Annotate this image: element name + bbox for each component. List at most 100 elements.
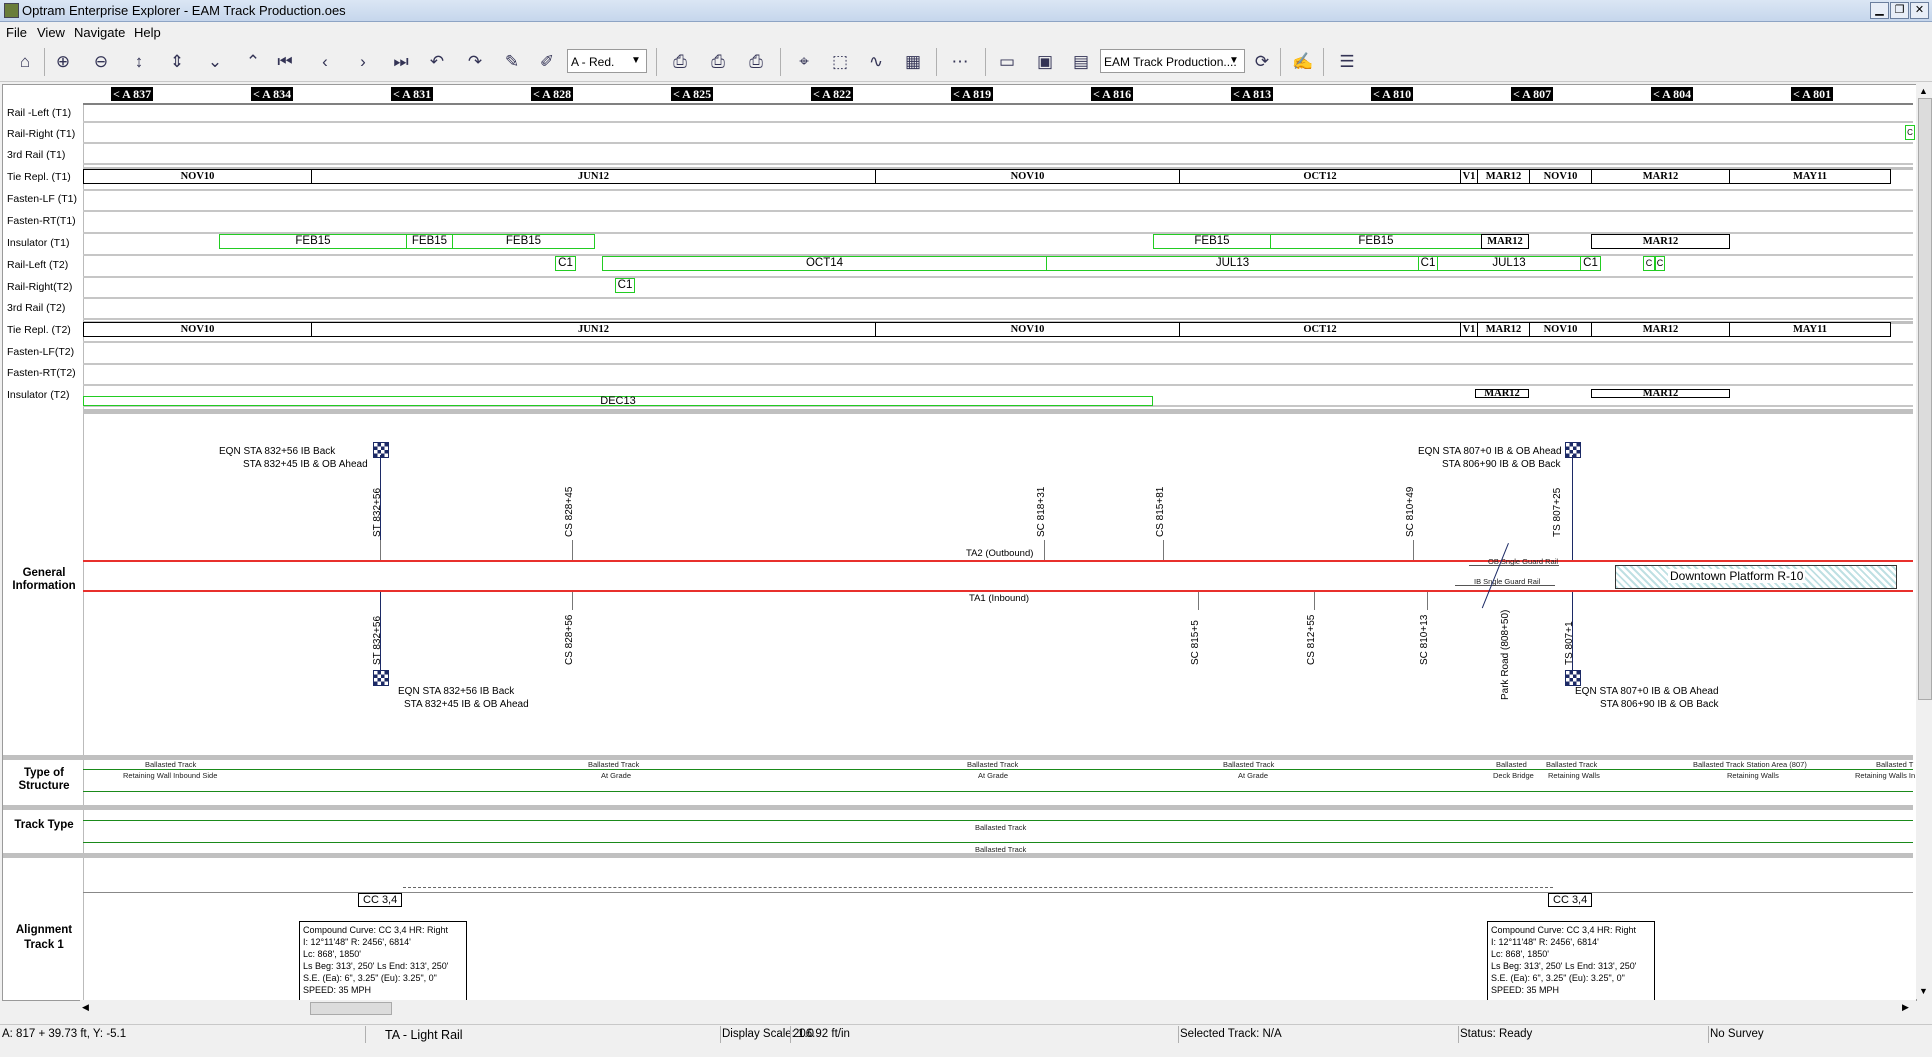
horizontal-scrollbar[interactable]: ◀ ▶ [80, 1000, 1916, 1016]
rail-right-t1-segment[interactable]: C [1905, 125, 1915, 140]
bottom-marker-label[interactable]: CS 828+56 [564, 615, 575, 665]
top-marker-label[interactable]: TS 807+25 [1552, 488, 1563, 537]
save-as-icon[interactable]: ▤ [1066, 47, 1096, 77]
top-marker-label[interactable]: SC 810+49 [1405, 487, 1416, 537]
tie-segment-t1[interactable]: JUN12 [311, 169, 876, 184]
top-marker-label[interactable]: SC 818+31 [1036, 487, 1047, 537]
scroll-down-icon[interactable]: ▼ [1919, 986, 1928, 996]
cc-left-box[interactable]: CC 3,4 [358, 893, 403, 907]
file-select[interactable]: EAM Track Production.... ▼ [1100, 49, 1245, 73]
bottom-marker-label[interactable]: ST 832+56 [372, 616, 383, 665]
insulator-t1-segment[interactable]: FEB15 [1153, 234, 1271, 249]
zoom-vertical-in-icon[interactable]: ↕ [124, 47, 154, 77]
rail-left-t2-segment[interactable]: C1 [555, 256, 576, 271]
marker-icon[interactable]: ✐ [532, 47, 562, 77]
insulator-t1-segment[interactable]: FEB15 [406, 234, 453, 249]
chevron-down-icon[interactable]: ⌄ [200, 47, 230, 77]
graph-icon[interactable]: ∿ [861, 47, 891, 77]
top-marker-label[interactable]: CS 815+81 [1155, 487, 1166, 537]
redo-icon[interactable]: ↷ [460, 47, 490, 77]
zoom-box-icon[interactable]: ⬚ [825, 47, 855, 77]
menu-navigate[interactable]: Navigate [74, 25, 125, 40]
save-icon[interactable]: ▣ [1030, 47, 1060, 77]
tie-segment-t2[interactable]: NOV10 [83, 322, 312, 337]
rail-left-t2-segment[interactable]: OCT14 [602, 256, 1047, 271]
select-tool-icon[interactable]: ⌖ [789, 47, 819, 77]
refresh-icon[interactable]: ⟳ [1247, 47, 1277, 77]
scroll-left-icon[interactable]: ◀ [82, 1002, 89, 1013]
tie-segment-t2[interactable]: MAR12 [1591, 322, 1730, 337]
eqn-flag-icon[interactable] [373, 670, 389, 686]
insulator-t1-segment[interactable]: FEB15 [219, 234, 407, 249]
cc-right-box[interactable]: CC 3,4 [1548, 893, 1593, 907]
minimize-button[interactable]: ▁ [1870, 2, 1889, 19]
layer-select[interactable]: A - Red. ▼ [567, 49, 647, 73]
insulator-t1-segment[interactable]: MAR12 [1481, 234, 1529, 249]
tie-segment-t2[interactable]: NOV10 [875, 322, 1180, 337]
rail-left-t2-segment[interactable]: C [1655, 256, 1665, 271]
track-line-ta1[interactable] [83, 590, 1913, 592]
print-setup-icon[interactable]: ⎙ [741, 47, 771, 77]
rail-left-t2-segment[interactable]: C1 [1580, 256, 1601, 271]
log-icon[interactable]: ☰ [1332, 47, 1362, 77]
top-marker-label[interactable]: CS 828+45 [564, 487, 575, 537]
undo-icon[interactable]: ↶ [422, 47, 452, 77]
insulator-t2-segment[interactable]: MAR12 [1591, 388, 1730, 399]
bottom-marker-label[interactable]: SC 810+13 [1419, 615, 1430, 665]
insulator-t2-segment[interactable]: DEC13 [83, 396, 1153, 407]
insulator-t2-segment[interactable]: MAR12 [1475, 388, 1529, 399]
eqn-flag-icon[interactable] [373, 442, 389, 458]
scroll-right-icon[interactable]: ▶ [1902, 1002, 1909, 1013]
previous-icon[interactable]: ‹ [310, 47, 340, 77]
table-icon[interactable]: ▦ [898, 47, 928, 77]
eqn-flag-icon[interactable] [1565, 670, 1581, 686]
menu-help[interactable]: Help [134, 25, 161, 40]
horizontal-scroll-thumb[interactable] [310, 1002, 392, 1015]
bottom-marker-label[interactable]: SC 815+5 [1190, 620, 1201, 665]
home-icon[interactable]: ⌂ [10, 47, 40, 77]
maximize-button[interactable]: ❐ [1890, 2, 1909, 19]
tie-segment-t1[interactable]: MAY11 [1729, 169, 1891, 184]
first-page-icon[interactable]: ⏮ [270, 47, 300, 77]
insulator-t1-segment[interactable]: MAR12 [1591, 234, 1730, 249]
rail-left-t2-segment[interactable]: JUL13 [1437, 256, 1581, 271]
tie-segment-t1[interactable]: MAR12 [1591, 169, 1730, 184]
curve-info-box-left[interactable]: Compound Curve: CC 3,4 HR: Right I: 12°1… [299, 921, 467, 1000]
next-icon[interactable]: › [348, 47, 378, 77]
vertical-scroll-thumb[interactable] [1918, 98, 1932, 700]
tie-segment-t2[interactable]: JUN12 [311, 322, 876, 337]
tie-segment-t1[interactable]: OCT12 [1179, 169, 1461, 184]
track-chart-canvas[interactable]: < A 837 < A 834 < A 831 < A 828 < A 825 … [2, 84, 1917, 1001]
highlighter-icon[interactable]: ✎ [497, 47, 527, 77]
tie-segment-t1[interactable]: V1 [1460, 169, 1478, 184]
tie-segment-t2[interactable]: NOV10 [1529, 322, 1592, 337]
curve-info-box-right[interactable]: Compound Curve: CC 3,4 HR: Right I: 12°1… [1487, 921, 1655, 1000]
rail-left-t2-segment[interactable]: C [1643, 256, 1655, 271]
rail-left-t2-segment[interactable]: JUL13 [1046, 256, 1419, 271]
chevron-up-icon[interactable]: ⌃ [238, 47, 268, 77]
bottom-marker-label[interactable]: CS 812+55 [1306, 615, 1317, 665]
bottom-marker-label[interactable]: TS 807+1 [1564, 621, 1575, 665]
tie-segment-t1[interactable]: NOV10 [83, 169, 312, 184]
tie-segment-t2[interactable]: MAR12 [1477, 322, 1530, 337]
road-crossing-line[interactable] [1481, 543, 1509, 609]
last-page-icon[interactable]: ⏭ [386, 47, 416, 77]
print-preview-icon[interactable]: ⎙ [703, 47, 733, 77]
zoom-vertical-out-icon[interactable]: ⇕ [162, 47, 192, 77]
zoom-in-icon[interactable]: ⊕ [48, 47, 78, 77]
rail-right-t2-segment[interactable]: C1 [615, 278, 635, 293]
insulator-t1-segment[interactable]: FEB15 [1270, 234, 1482, 249]
menu-view[interactable]: View [37, 25, 65, 40]
measure-icon[interactable]: ⋯ [945, 47, 975, 77]
close-button[interactable]: ✕ [1910, 2, 1929, 19]
print-icon[interactable]: ⎙ [665, 47, 695, 77]
notes-icon[interactable]: ✍ [1288, 47, 1318, 77]
tie-segment-t1[interactable]: MAR12 [1477, 169, 1530, 184]
open-folder-icon[interactable]: ▭ [992, 47, 1022, 77]
tie-segment-t1[interactable]: NOV10 [875, 169, 1180, 184]
scroll-up-icon[interactable]: ▲ [1919, 86, 1928, 96]
top-marker-label[interactable]: ST 832+56 [372, 488, 383, 537]
tie-segment-t2[interactable]: MAY11 [1729, 322, 1891, 337]
menu-file[interactable]: File [6, 25, 27, 40]
tie-segment-t2[interactable]: OCT12 [1179, 322, 1461, 337]
